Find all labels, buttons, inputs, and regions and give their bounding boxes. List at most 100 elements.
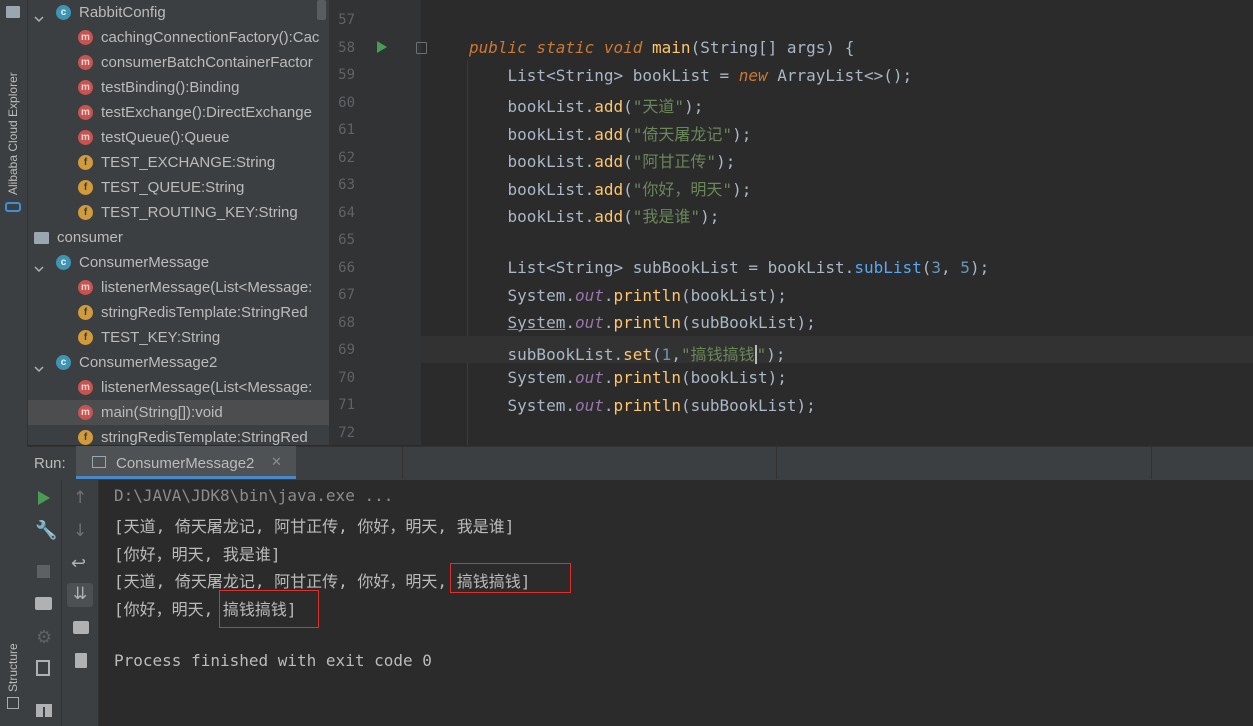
line-number: 64 [338, 204, 355, 221]
tree-item[interactable]: m testBinding():Binding [28, 75, 329, 100]
string-literal: "天道" [632, 97, 685, 116]
field-icon: f [78, 155, 93, 170]
line-number: 66 [338, 259, 355, 276]
tree-item[interactable]: m testExchange():DirectExchange [28, 100, 329, 125]
folder-icon[interactable] [6, 6, 20, 18]
tree-item[interactable]: c RabbitConfig [28, 0, 329, 25]
tree-item-label: testBinding():Binding [101, 79, 240, 96]
line-number: 62 [338, 149, 355, 166]
line-number: 60 [338, 94, 355, 111]
tree-item[interactable]: f TEST_EXCHANGE:String [28, 150, 329, 175]
method-icon: m [78, 380, 93, 395]
close-tab-icon[interactable]: ✕ [271, 455, 282, 470]
tree-item[interactable]: consumer [28, 225, 329, 250]
left-tool-strip: Alibaba Cloud Explorer Structure [0, 0, 28, 726]
tree-item[interactable]: m cachingConnectionFactory():Cac [28, 25, 329, 50]
tree-item-label: listenerMessage(List<Message: [101, 279, 313, 296]
tree-item-label: testExchange():DirectExchange [101, 104, 312, 121]
tree-item-label: TEST_QUEUE:String [101, 179, 245, 196]
print-icon[interactable] [73, 621, 89, 634]
tree-item[interactable]: f TEST_ROUTING_KEY:String [28, 200, 329, 225]
line-number: 67 [338, 287, 355, 303]
code-line-60: bookList.add("天道"); [469, 97, 704, 116]
soft-wrap-icon[interactable]: ↩ [71, 553, 86, 574]
chevron-down-icon[interactable] [34, 7, 44, 23]
tree-scrollbar[interactable] [317, 0, 326, 20]
method-icon: m [78, 130, 93, 145]
up-arrow-icon[interactable]: ↑ [73, 488, 87, 508]
console-line: D:\JAVA\JDK8\bin\java.exe ... [114, 486, 394, 505]
tree-item-label: TEST_KEY:String [101, 329, 221, 346]
camera-icon[interactable] [35, 597, 52, 610]
code-line-61: bookList.add("倚天屠龙记"); [469, 125, 752, 144]
wrench-icon[interactable]: 🔧 [35, 520, 57, 541]
method-icon: m [78, 80, 93, 95]
console-line: [天道, 倚天屠龙记, 阿甘正传, 你好，明天, 我是谁] [114, 517, 515, 536]
layout-icon[interactable] [36, 704, 52, 717]
tree-item-label: main(String[]):void [101, 404, 223, 421]
trash-icon[interactable] [75, 653, 87, 668]
tree-item-label: cachingConnectionFactory():Cac [101, 29, 320, 46]
tree-item[interactable]: c ConsumerMessage2 [28, 350, 329, 375]
highlight-box [450, 563, 571, 593]
tree-item-label: ConsumerMessage [79, 254, 210, 271]
alibaba-cloud-explorer-tab[interactable]: Alibaba Cloud Explorer [6, 72, 20, 195]
code-line-70: System.out.println(bookList); [469, 368, 787, 387]
code-line-63: bookList.add("你好，明天"); [469, 180, 752, 199]
field-icon: f [78, 305, 93, 320]
code-line-66: List<String> subBookList = bookList.subL… [469, 258, 990, 277]
line-number: 71 [338, 397, 355, 413]
tree-item[interactable]: c ConsumerMessage [28, 250, 329, 275]
code-line-58: public static void main(String[] args) { [469, 38, 855, 57]
structure-tab[interactable]: Structure [6, 643, 20, 692]
project-tree: c RabbitConfig m cachingConnectionFactory()… [28, 0, 329, 445]
tree-item-label: TEST_ROUTING_KEY:String [101, 204, 298, 221]
code-line-59: List<String> bookList = new ArrayList<>(… [469, 66, 913, 85]
number-literal: 1 [661, 345, 672, 364]
run-gutter-icon[interactable] [377, 41, 387, 53]
tree-item[interactable]: f stringRedisTemplate:StringRed [28, 425, 329, 445]
code-line-62: bookList.add("阿甘正传"); [469, 152, 736, 171]
fold-icon[interactable] [416, 42, 427, 54]
method-icon: m [78, 105, 93, 120]
run-label: Run: [34, 455, 66, 472]
run-tab-label: ConsumerMessage2 [116, 455, 255, 472]
tree-item-label: consumer [57, 229, 123, 246]
header-divider [776, 446, 777, 479]
tree-item[interactable]: f TEST_QUEUE:String [28, 175, 329, 200]
method-icon: m [78, 280, 93, 295]
chevron-down-icon[interactable] [34, 357, 44, 373]
string-literal: "我是谁" [632, 207, 701, 226]
tree-item[interactable]: m testQueue():Queue [28, 125, 329, 150]
package-icon [34, 232, 49, 244]
active-tab-underline [76, 476, 296, 479]
login-icon[interactable] [36, 660, 50, 676]
tree-item[interactable]: m listenerMessage(List<Message: [28, 375, 329, 400]
string-literal: "倚天屠龙记" [632, 125, 733, 144]
code-line-67: System.out.println(bookList); [469, 286, 787, 305]
string-literal: "阿甘正传" [632, 152, 717, 171]
tree-item[interactable]: m main(String[]):void [28, 400, 329, 425]
line-number: 72 [338, 424, 355, 441]
class-icon: c [56, 5, 71, 20]
tree-item[interactable]: m listenerMessage(List<Message: [28, 275, 329, 300]
down-arrow-icon[interactable]: ↓ [73, 521, 87, 541]
string-literal: "搞钱搞钱 [680, 345, 755, 364]
tree-item[interactable]: f TEST_KEY:String [28, 325, 329, 350]
settings-icon[interactable]: ⚙ [36, 627, 52, 648]
stop-icon[interactable] [37, 565, 50, 578]
code-line-68: System.out.println(subBookList); [507, 313, 816, 332]
tree-item[interactable]: f stringRedisTemplate:StringRed [28, 300, 329, 325]
rerun-icon[interactable] [38, 491, 50, 505]
code-line-71: System.out.println(subBookList); [469, 396, 816, 415]
line-number: 59 [338, 67, 355, 83]
number-literal: 3 [931, 258, 942, 277]
method-icon: m [78, 55, 93, 70]
method-icon: m [78, 405, 93, 420]
tree-item-label: stringRedisTemplate:StringRed [101, 429, 308, 445]
line-number: 70 [338, 369, 355, 386]
field-icon: f [78, 330, 93, 345]
code-line-64: bookList.add("我是谁"); [469, 207, 720, 226]
chevron-down-icon[interactable] [34, 257, 44, 273]
tree-item[interactable]: m consumerBatchContainerFactor [28, 50, 329, 75]
